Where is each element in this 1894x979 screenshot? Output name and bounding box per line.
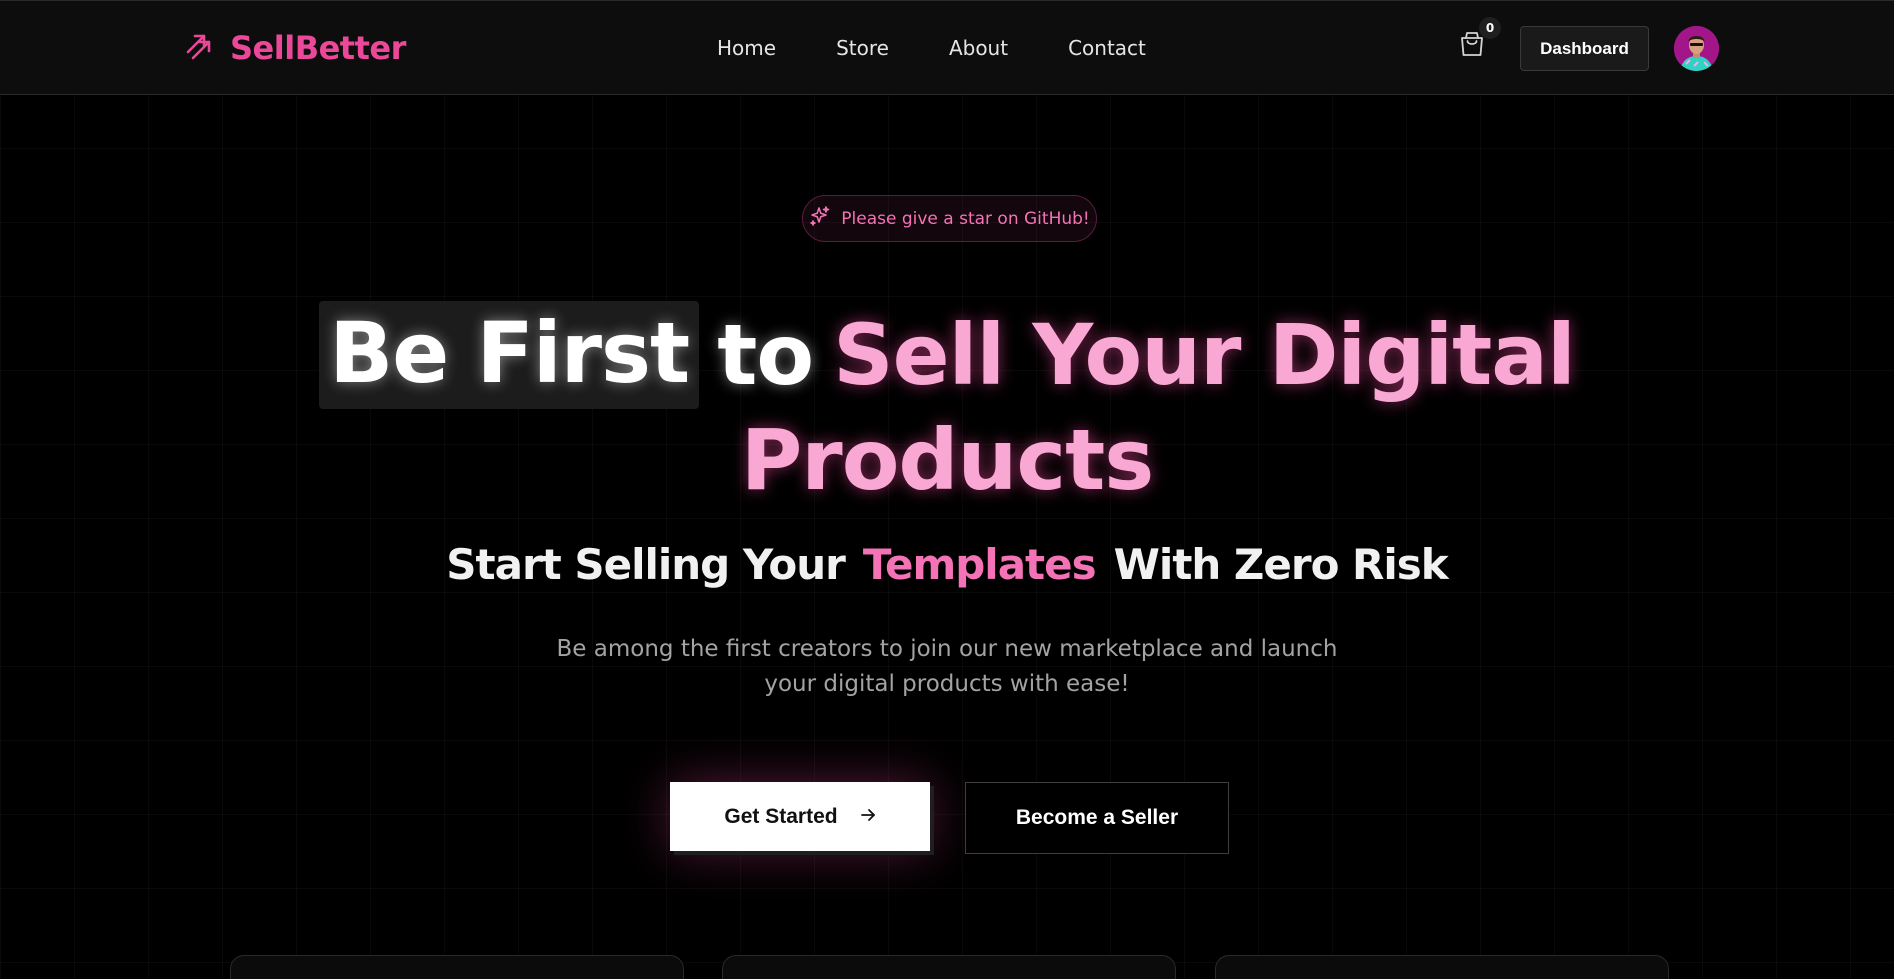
become-seller-button[interactable]: Become a Seller [965, 782, 1229, 854]
brand-name: SellBetter [230, 29, 406, 67]
headline-pink-text-2: Products [740, 411, 1155, 509]
headline-line-1: Be First to Sell Your Digital [0, 300, 1894, 410]
feature-card [1215, 955, 1669, 979]
nav-link-contact[interactable]: Contact [1068, 36, 1146, 60]
nav-link-home[interactable]: Home [717, 36, 776, 60]
navbar: SellBetter Home Store About Contact 0 Da… [0, 0, 1894, 95]
headline-boxed-text: Be First [319, 301, 700, 409]
avatar[interactable] [1674, 26, 1719, 71]
github-star-pill[interactable]: Please give a star on GitHub! [802, 195, 1097, 242]
arrow-right-icon [860, 805, 876, 829]
headline-white-text: to [717, 306, 814, 404]
github-star-text: Please give a star on GitHub! [841, 208, 1090, 229]
hero-description: Be among the first creators to join our … [556, 636, 1338, 697]
hero-subheadline: Start Selling Your Templates With Zero R… [0, 540, 1894, 589]
brand-logo-link[interactable]: SellBetter [184, 27, 406, 69]
subheadline-highlight: Templates [862, 540, 1097, 589]
arrow-up-right-icon [184, 30, 216, 66]
feature-card [722, 955, 1176, 979]
cart-count-badge: 0 [1479, 17, 1501, 39]
main-nav: Home Store About Contact [717, 36, 1146, 60]
sparkles-icon [809, 205, 831, 232]
get-started-button[interactable]: Get Started [670, 782, 930, 851]
get-started-label: Get Started [724, 804, 838, 828]
headline-line-2: Products [0, 410, 1894, 510]
nav-link-store[interactable]: Store [836, 36, 889, 60]
dashboard-button[interactable]: Dashboard [1520, 26, 1649, 71]
headline-pink-text: Sell Your Digital [833, 306, 1576, 404]
shopping-bag-icon [1459, 32, 1485, 62]
subheadline-after: With Zero Risk [1113, 540, 1449, 589]
nav-link-about[interactable]: About [949, 36, 1008, 60]
subheadline-before: Start Selling Your [446, 540, 846, 589]
feature-card [230, 955, 684, 979]
landing-page: SellBetter Home Store About Contact 0 Da… [0, 0, 1894, 979]
